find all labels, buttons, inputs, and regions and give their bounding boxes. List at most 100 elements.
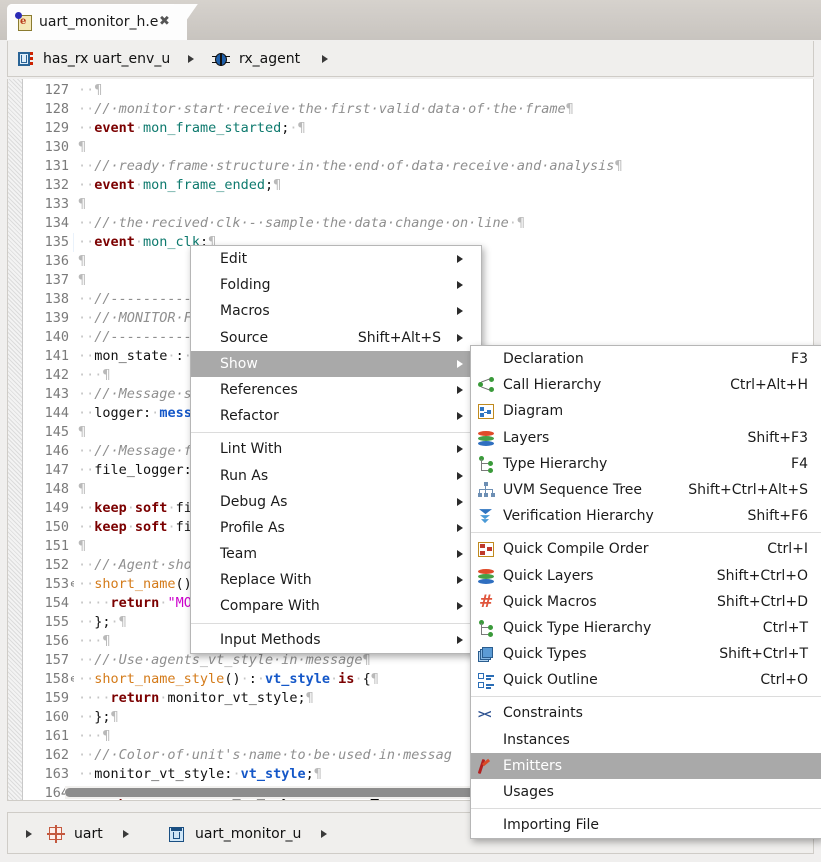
line-number: 147 xyxy=(45,461,69,480)
code-line: ··short_name(): xyxy=(78,575,200,594)
menu-item-shortcut: Shift+F3 xyxy=(747,425,808,451)
menu-item-shortcut: Ctrl+Alt+H xyxy=(730,372,808,398)
chevron-right-icon[interactable] xyxy=(123,830,129,838)
menu-item-compare-with[interactable]: Compare With xyxy=(191,593,481,619)
menu-item-label: Show xyxy=(220,351,258,377)
chevron-right-icon[interactable] xyxy=(26,830,32,838)
menu-item-references[interactable]: References xyxy=(191,377,481,403)
menu-item-diagram[interactable]: Diagram xyxy=(471,398,821,424)
show-submenu[interactable]: DeclarationF3Call HierarchyCtrl+Alt+HDia… xyxy=(470,345,821,839)
line-number: 146 xyxy=(45,442,69,461)
context-menu[interactable]: EditFoldingMacrosSourceShift+Alt+SShowRe… xyxy=(190,245,482,654)
menu-item-layers[interactable]: Layers Shift+F3 xyxy=(471,425,821,451)
menu-item-label: Compare With xyxy=(220,593,320,619)
code-token: · xyxy=(127,500,135,516)
chevron-right-icon[interactable] xyxy=(321,830,327,838)
menu-item-source[interactable]: SourceShift+Alt+S xyxy=(191,325,481,351)
code-token: mon_frame_started xyxy=(143,120,281,136)
line-number: 138 xyxy=(45,290,69,309)
menu-item-team[interactable]: Team xyxy=(191,541,481,567)
code-token: ¶ xyxy=(314,766,322,782)
menu-item-lint-with[interactable]: Lint With xyxy=(191,436,481,462)
chevron-right-icon[interactable] xyxy=(322,55,328,63)
code-token: ¶ xyxy=(102,367,110,383)
code-token: · xyxy=(167,500,175,516)
menu-item-debug-as[interactable]: Debug As xyxy=(191,489,481,515)
layers-icon xyxy=(477,567,496,586)
menu-item-uvm-sequence-tree[interactable]: UVM Sequence TreeShift+Ctrl+Alt+S xyxy=(471,477,821,503)
submenu-arrow-icon xyxy=(457,412,463,420)
line-number: 152 xyxy=(45,556,69,575)
menu-item-shortcut: Shift+Ctrl+O xyxy=(717,563,808,589)
menu-item-instances[interactable]: Instances xyxy=(471,727,821,753)
code-line: ···¶ xyxy=(78,366,111,385)
type-hierarchy-icon xyxy=(477,619,496,638)
submenu-arrow-icon xyxy=(457,602,463,610)
menu-item-label: Debug As xyxy=(220,489,287,515)
menu-item-macros[interactable]: Macros xyxy=(191,298,481,324)
menu-item-quick-type-hierarchy[interactable]: Quick Type HierarchyCtrl+T xyxy=(471,615,821,641)
menu-item-constraints[interactable]: ><Constraints xyxy=(471,700,821,726)
menu-item-label: Instances xyxy=(503,727,570,753)
menu-item-replace-with[interactable]: Replace With xyxy=(191,567,481,593)
editor-tab-uart-monitor[interactable]: e uart_monitor_h.e ✖ xyxy=(7,4,187,40)
eclipse-ide-window: e uart_monitor_h.e ✖ has_rx uart_env_u r… xyxy=(0,0,821,862)
menu-item-label: Layers xyxy=(503,425,549,451)
breadcrumb-item-rx-agent[interactable]: rx_agent xyxy=(212,41,328,77)
menu-item-refactor[interactable]: Refactor xyxy=(191,403,481,429)
menu-item-quick-compile-order[interactable]: Quick Compile OrderCtrl+I xyxy=(471,536,821,562)
menu-item-shortcut: Shift+Ctrl+Alt+S xyxy=(688,477,808,503)
menu-item-shortcut: Shift+Alt+S xyxy=(358,325,441,351)
code-token: //·Message·fi xyxy=(94,443,200,459)
code-token: () xyxy=(224,671,240,687)
top-breadcrumb: has_rx uart_env_u rx_agent xyxy=(7,41,814,77)
menu-item-usages[interactable]: Usages xyxy=(471,779,821,805)
menu-item-folding[interactable]: Folding xyxy=(191,272,481,298)
line-number: 149 xyxy=(45,499,69,518)
menu-item-verification-hierarchy[interactable]: Verification HierarchyShift+F6 xyxy=(471,503,821,529)
code-token: · xyxy=(330,671,338,687)
close-icon[interactable]: ✖ xyxy=(159,15,170,28)
line-number: 128 xyxy=(45,100,69,119)
menu-item-edit[interactable]: Edit xyxy=(191,246,481,272)
menu-item-shortcut: Ctrl+I xyxy=(767,536,808,562)
menu-item-show[interactable]: Show xyxy=(191,351,481,377)
menu-item-quick-types[interactable]: Quick TypesShift+Ctrl+T xyxy=(471,641,821,667)
chevron-right-icon[interactable] xyxy=(188,55,194,63)
menu-item-input-methods[interactable]: Input Methods xyxy=(191,627,481,653)
line-number: 159 xyxy=(45,689,69,708)
menu-item-label: Diagram xyxy=(503,398,563,424)
menu-item-quick-macros[interactable]: #Quick MacrosShift+Ctrl+D xyxy=(471,589,821,615)
menu-item-shortcut: Ctrl+O xyxy=(760,667,808,693)
code-token: keep xyxy=(94,519,127,535)
code-token: · xyxy=(111,614,119,630)
menu-item-declaration[interactable]: DeclarationF3 xyxy=(471,346,821,372)
code-token: monitor_vt_style: xyxy=(94,766,232,782)
menu-item-quick-outline[interactable]: Quick Outline Ctrl+O xyxy=(471,667,821,693)
code-line: ··//·MONITOR·FS xyxy=(78,309,200,328)
code-line: ¶ xyxy=(78,195,86,214)
menu-item-type-hierarchy[interactable]: Type HierarchyF4 xyxy=(471,451,821,477)
code-token: ¶ xyxy=(78,253,86,269)
menu-item-label: Importing File xyxy=(503,812,599,838)
menu-item-importing-file[interactable]: Importing File xyxy=(471,812,821,838)
breadcrumb-item-uart-env[interactable]: has_rx uart_env_u xyxy=(18,41,194,77)
code-token: · xyxy=(354,671,362,687)
menu-item-quick-layers[interactable]: Quick LayersShift+Ctrl+O xyxy=(471,563,821,589)
submenu-arrow-icon xyxy=(457,386,463,394)
code-line: ··¶ xyxy=(78,81,102,100)
code-token: event xyxy=(94,120,135,136)
line-number: 156 xyxy=(45,632,69,651)
menu-item-emitters[interactable]: Emitters xyxy=(471,753,821,779)
breadcrumb-item-uart-monitor-u[interactable]: uart_monitor_u xyxy=(168,813,327,855)
breadcrumb-item-uart[interactable]: uart xyxy=(26,813,129,855)
code-token: ·· xyxy=(78,120,94,136)
menu-item-label: Refactor xyxy=(220,403,279,429)
menu-item-label: Input Methods xyxy=(220,627,321,653)
line-number: 161 xyxy=(45,727,69,746)
menu-item-run-as[interactable]: Run As xyxy=(191,463,481,489)
code-token: //·Message·sc xyxy=(94,386,200,402)
menu-item-call-hierarchy[interactable]: Call HierarchyCtrl+Alt+H xyxy=(471,372,821,398)
menu-item-label: Quick Outline xyxy=(503,667,598,693)
menu-item-profile-as[interactable]: Profile As xyxy=(191,515,481,541)
